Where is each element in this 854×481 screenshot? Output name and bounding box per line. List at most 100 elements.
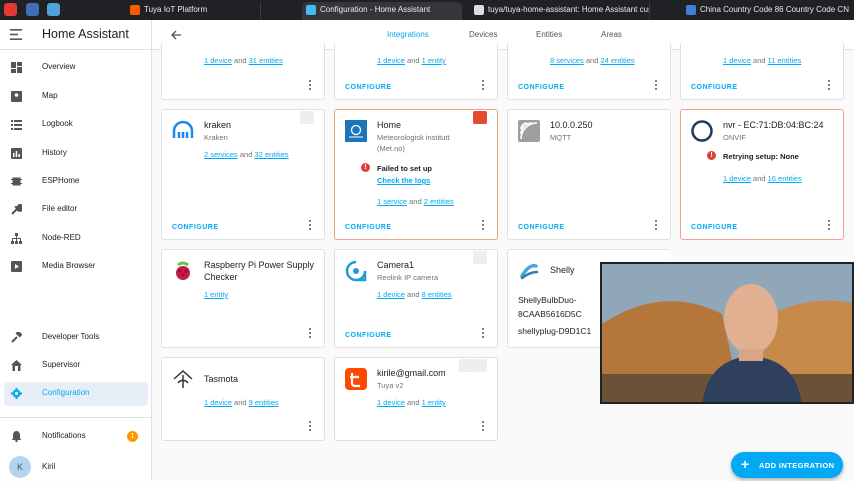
card-links: 1 device and 1 entity xyxy=(377,56,446,65)
error-message: Failed to set up xyxy=(377,164,433,173)
sidebar-item-supervisor[interactable]: Supervisor xyxy=(4,354,148,378)
card-menu-button[interactable] xyxy=(309,220,312,231)
raspberry-pi-logo-icon xyxy=(176,261,190,280)
tab-entities[interactable]: Entities xyxy=(536,30,562,39)
integration-card: 1 device and 1 entity CONFIGURE xyxy=(334,42,498,100)
integration-card-camera: Camera1 Reolink IP camera 1 device and 8… xyxy=(334,249,498,348)
integration-card: 1 device and 31 entities xyxy=(161,42,325,100)
notification-badge: 1 xyxy=(127,431,138,442)
integration-card: 8 services and 24 entities CONFIGURE xyxy=(507,42,671,100)
card-menu-button[interactable] xyxy=(828,220,831,231)
shelly-logo-icon xyxy=(520,263,539,280)
onvif-logo-icon xyxy=(691,120,713,142)
card-menu-button[interactable] xyxy=(482,421,485,432)
github-icon xyxy=(474,5,484,15)
card-menu-button[interactable] xyxy=(482,220,485,231)
back-arrow-icon[interactable] xyxy=(170,29,182,41)
card-menu-button[interactable] xyxy=(309,421,312,432)
error-message: Retrying setup: None xyxy=(723,152,799,161)
tab-integrations[interactable]: Integrations xyxy=(387,30,429,39)
integration-card-tasmota: Tasmota 1 device and 9 entities xyxy=(161,357,325,441)
shelly-entry[interactable]: 8CAAB5616D5C xyxy=(518,309,582,319)
configure-button[interactable]: CONFIGURE xyxy=(345,224,392,231)
card-links: 1 device and 1 entity xyxy=(377,398,446,407)
cloud-icon xyxy=(473,111,487,124)
browser-tab-bar: Tuya IoT Platform Configuration - Home A… xyxy=(0,0,854,20)
browser-tab-tuya[interactable]: Tuya IoT Platform xyxy=(126,2,261,20)
card-menu-button[interactable] xyxy=(309,328,312,339)
add-integration-button[interactable]: + ADD INTEGRATION xyxy=(731,452,843,478)
tab-areas[interactable]: Areas xyxy=(601,30,622,39)
shelly-entry[interactable]: shellyplug-D9D1C1 xyxy=(518,326,591,336)
integration-card-mqtt: 10.0.0.250 MQTT CONFIGURE xyxy=(507,109,671,240)
app-icon[interactable] xyxy=(26,3,39,16)
youtube-icon[interactable] xyxy=(4,3,17,16)
configure-button[interactable]: CONFIGURE xyxy=(172,224,219,231)
card-menu-button[interactable] xyxy=(655,220,658,231)
card-menu-button[interactable] xyxy=(309,80,312,91)
configure-button[interactable]: CONFIGURE xyxy=(345,332,392,339)
sidebar-item-media-browser[interactable]: Media Browser xyxy=(4,255,148,279)
hammer-icon xyxy=(11,332,22,343)
local-push-icon xyxy=(459,359,473,372)
sitemap-icon xyxy=(11,233,22,244)
configure-button[interactable]: CONFIGURE xyxy=(518,84,565,91)
cloud-icon xyxy=(473,359,487,372)
configure-button[interactable]: CONFIGURE xyxy=(691,224,738,231)
webcam-overlay xyxy=(600,262,854,404)
check-logs-link[interactable]: Check the logs xyxy=(377,176,430,185)
card-links: 1 service and 2 entities xyxy=(377,197,454,206)
plus-icon: + xyxy=(741,456,750,472)
error-icon: ! xyxy=(707,151,716,160)
avatar: K xyxy=(9,456,31,478)
integration-card-tuya: kirile@gmail.com Tuya v2 1 device and 1 … xyxy=(334,357,498,441)
card-menu-button[interactable] xyxy=(482,328,485,339)
browser-tab-country-code[interactable]: China Country Code 86 Country Code CN xyxy=(682,2,854,20)
browser-tab-github[interactable]: tuya/tuya-home-assistant: Home Assistant… xyxy=(470,2,650,20)
card-links: 8 services and 24 entities xyxy=(550,56,635,65)
sidebar-item-node-red[interactable]: Node-RED xyxy=(4,227,148,251)
sidebar-item-esphome[interactable]: ESPHome xyxy=(4,170,148,194)
sidebar-item-map[interactable]: Map xyxy=(4,85,148,109)
sidebar-item-overview[interactable]: Overview xyxy=(4,56,148,80)
sidebar-item-file-editor[interactable]: File editor xyxy=(4,198,148,222)
wrench-icon xyxy=(11,204,22,215)
card-menu-button[interactable] xyxy=(828,80,831,91)
esphome-icon xyxy=(11,177,22,186)
mqtt-logo-icon xyxy=(518,120,540,142)
card-links: 1 device and 16 entities xyxy=(723,174,802,183)
cc-icon xyxy=(686,5,696,15)
tab-devices[interactable]: Devices xyxy=(469,30,497,39)
met-no-logo-icon xyxy=(345,120,367,142)
dashboard-icon xyxy=(11,62,22,73)
sidebar-item-configuration[interactable]: Configuration xyxy=(4,382,148,406)
sidebar-item-user[interactable]: K Kiril xyxy=(4,453,148,481)
configure-button[interactable]: CONFIGURE xyxy=(518,224,565,231)
home-assistant-icon[interactable] xyxy=(47,3,60,16)
card-links: 1 device and 8 entities xyxy=(377,290,452,299)
history-icon xyxy=(11,148,22,159)
menu-icon[interactable] xyxy=(10,29,22,40)
card-links: 2 services and 32 entities xyxy=(204,150,289,159)
sidebar-item-developer-tools[interactable]: Developer Tools xyxy=(4,326,148,350)
kraken-logo-icon xyxy=(172,120,194,138)
card-links: 1 entity xyxy=(204,290,229,299)
card-menu-button[interactable] xyxy=(482,80,485,91)
configure-button[interactable]: CONFIGURE xyxy=(345,84,392,91)
integration-card-home: Home Meteorologisk institutt (Met.no) ! … xyxy=(334,109,498,240)
sidebar-item-notifications[interactable]: Notifications 1 xyxy=(4,425,148,449)
integration-card-rpi: Raspberry Pi Power Supply Checker 1 enti… xyxy=(161,249,325,348)
sidebar-item-logbook[interactable]: Logbook xyxy=(4,113,148,137)
integration-card: 1 device and 11 entities CONFIGURE xyxy=(680,42,844,100)
cloud-icon xyxy=(300,111,314,124)
reolink-logo-icon xyxy=(345,260,367,282)
error-icon: ! xyxy=(361,163,370,172)
shelly-entry[interactable]: ShellyBulbDuo- xyxy=(518,295,577,305)
card-links: 1 device and 11 entities xyxy=(723,56,802,65)
browser-tab-configuration[interactable]: Configuration - Home Assistant xyxy=(302,2,462,20)
map-icon xyxy=(11,91,22,102)
sidebar-item-history[interactable]: History xyxy=(4,142,148,166)
card-menu-button[interactable] xyxy=(655,80,658,91)
sidebar-title: Home Assistant xyxy=(42,27,129,41)
configure-button[interactable]: CONFIGURE xyxy=(691,84,738,91)
